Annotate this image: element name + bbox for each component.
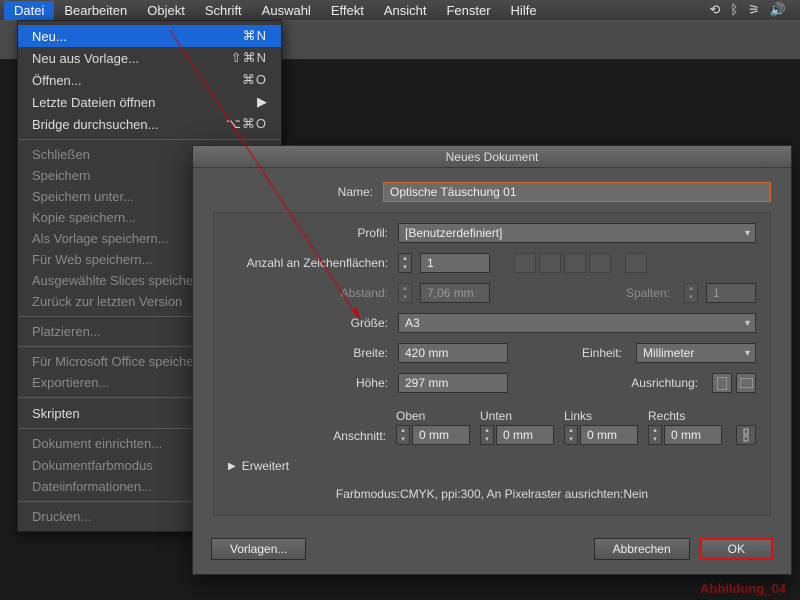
menu-fenster[interactable]: Fenster xyxy=(436,1,500,20)
advanced-disclosure[interactable]: ▶ Erweitert xyxy=(228,459,756,473)
bluetooth-icon: ᛒ xyxy=(730,2,738,18)
width-input[interactable] xyxy=(398,343,508,363)
ok-button[interactable]: OK xyxy=(700,538,773,560)
bleed-left-header: Links xyxy=(564,409,638,423)
new-document-dialog: Neues Dokument Name: Profil: [Benutzerde… xyxy=(192,145,792,575)
menu-item-label: Letzte Dateien öffnen xyxy=(32,95,257,110)
cancel-button[interactable]: Abbrechen xyxy=(594,538,690,560)
name-label: Name: xyxy=(213,185,383,199)
menu-effekt[interactable]: Effekt xyxy=(321,1,374,20)
bleed-top-input[interactable] xyxy=(412,425,470,445)
artboard-grid-rl-icon[interactable] xyxy=(514,253,536,273)
menu-item[interactable]: Öffnen...⌘O xyxy=(18,69,281,91)
menu-item-label: Öffnen... xyxy=(32,73,242,88)
disclosure-triangle-icon: ▶ xyxy=(228,461,236,472)
submenu-arrow-icon: ▶ xyxy=(257,94,267,110)
system-tray: ⟲ ᛒ ⚞ 🔊 xyxy=(709,2,796,18)
bleed-label: Anschnitt: xyxy=(228,429,396,445)
units-select[interactable]: Millimeter xyxy=(636,343,756,363)
bleed-bottom-header: Unten xyxy=(480,409,554,423)
menu-item[interactable]: Bridge durchsuchen...⌥⌘O xyxy=(18,113,281,135)
artboard-arrange-icon[interactable] xyxy=(625,253,647,273)
menu-hilfe[interactable]: Hilfe xyxy=(501,1,547,20)
bleed-bottom-stepper[interactable] xyxy=(480,425,494,445)
spacing-label: Abstand: xyxy=(228,286,398,300)
bleed-right-input[interactable] xyxy=(664,425,722,445)
menu-item[interactable]: Neu...⌘N xyxy=(18,25,281,47)
bleed-bottom-input[interactable] xyxy=(496,425,554,445)
bleed-left-input[interactable] xyxy=(580,425,638,445)
menu-item-label: Neu... xyxy=(32,29,243,44)
menu-item-label: Neu aus Vorlage... xyxy=(32,51,231,66)
menu-schrift[interactable]: Schrift xyxy=(195,1,252,20)
spacing-input xyxy=(420,283,490,303)
artboards-input[interactable] xyxy=(420,253,490,273)
dialog-title: Neues Dokument xyxy=(193,146,791,168)
profile-label: Profil: xyxy=(228,226,398,240)
timemachine-icon: ⟲ xyxy=(709,2,720,18)
menu-shortcut: ⌘N xyxy=(243,28,267,44)
artboard-row-lr-icon[interactable] xyxy=(589,253,611,273)
profile-select[interactable]: [Benutzerdefiniert] xyxy=(398,223,756,243)
size-label: Größe: xyxy=(228,316,398,330)
bleed-link-icon[interactable] xyxy=(736,425,756,445)
menu-shortcut: ⌥⌘O xyxy=(226,116,267,132)
orientation-portrait-icon[interactable] xyxy=(712,373,732,393)
wifi-icon: ⚞ xyxy=(748,2,760,18)
orientation-landscape-icon[interactable] xyxy=(736,373,756,393)
units-label: Einheit: xyxy=(582,346,630,360)
columns-label: Spalten: xyxy=(626,286,678,300)
size-select[interactable]: A3 xyxy=(398,313,756,333)
advanced-label: Erweitert xyxy=(242,459,289,473)
menu-separator xyxy=(18,139,281,140)
spacing-stepper xyxy=(398,283,412,303)
menu-item[interactable]: Neu aus Vorlage...⇧⌘N xyxy=(18,47,281,69)
bleed-right-header: Rechts xyxy=(648,409,722,423)
artboards-stepper[interactable] xyxy=(398,253,412,273)
name-input[interactable] xyxy=(383,182,771,202)
figure-caption: Abbildung_04 xyxy=(700,581,786,596)
orientation-label: Ausrichtung: xyxy=(631,376,706,390)
height-label: Höhe: xyxy=(228,376,398,390)
artboard-row-rl-icon[interactable] xyxy=(564,253,586,273)
menubar: Datei Bearbeiten Objekt Schrift Auswahl … xyxy=(0,0,800,20)
settings-panel: Profil: [Benutzerdefiniert] Anzahl an Ze… xyxy=(213,212,771,516)
volume-icon: 🔊 xyxy=(770,2,786,18)
bleed-top-header: Oben xyxy=(396,409,470,423)
menu-datei[interactable]: Datei xyxy=(4,1,54,20)
menu-ansicht[interactable]: Ansicht xyxy=(374,1,437,20)
menu-shortcut: ⌘O xyxy=(242,72,267,88)
width-label: Breite: xyxy=(228,346,398,360)
menu-objekt[interactable]: Objekt xyxy=(137,1,195,20)
artboard-grid-lr-icon[interactable] xyxy=(539,253,561,273)
height-input[interactable] xyxy=(398,373,508,393)
menu-item[interactable]: Letzte Dateien öffnen▶ xyxy=(18,91,281,113)
bleed-top-stepper[interactable] xyxy=(396,425,410,445)
columns-input xyxy=(706,283,756,303)
bleed-left-stepper[interactable] xyxy=(564,425,578,445)
menu-shortcut: ⇧⌘N xyxy=(231,50,267,66)
menu-item-label: Bridge durchsuchen... xyxy=(32,117,226,132)
artboards-label: Anzahl an Zeichenflächen: xyxy=(228,256,398,270)
columns-stepper xyxy=(684,283,698,303)
bleed-right-stepper[interactable] xyxy=(648,425,662,445)
templates-button[interactable]: Vorlagen... xyxy=(211,538,306,560)
menu-auswahl[interactable]: Auswahl xyxy=(252,1,321,20)
mode-summary: Farbmodus:CMYK, ppi:300, An Pixelraster … xyxy=(228,487,756,501)
menu-bearbeiten[interactable]: Bearbeiten xyxy=(54,1,137,20)
